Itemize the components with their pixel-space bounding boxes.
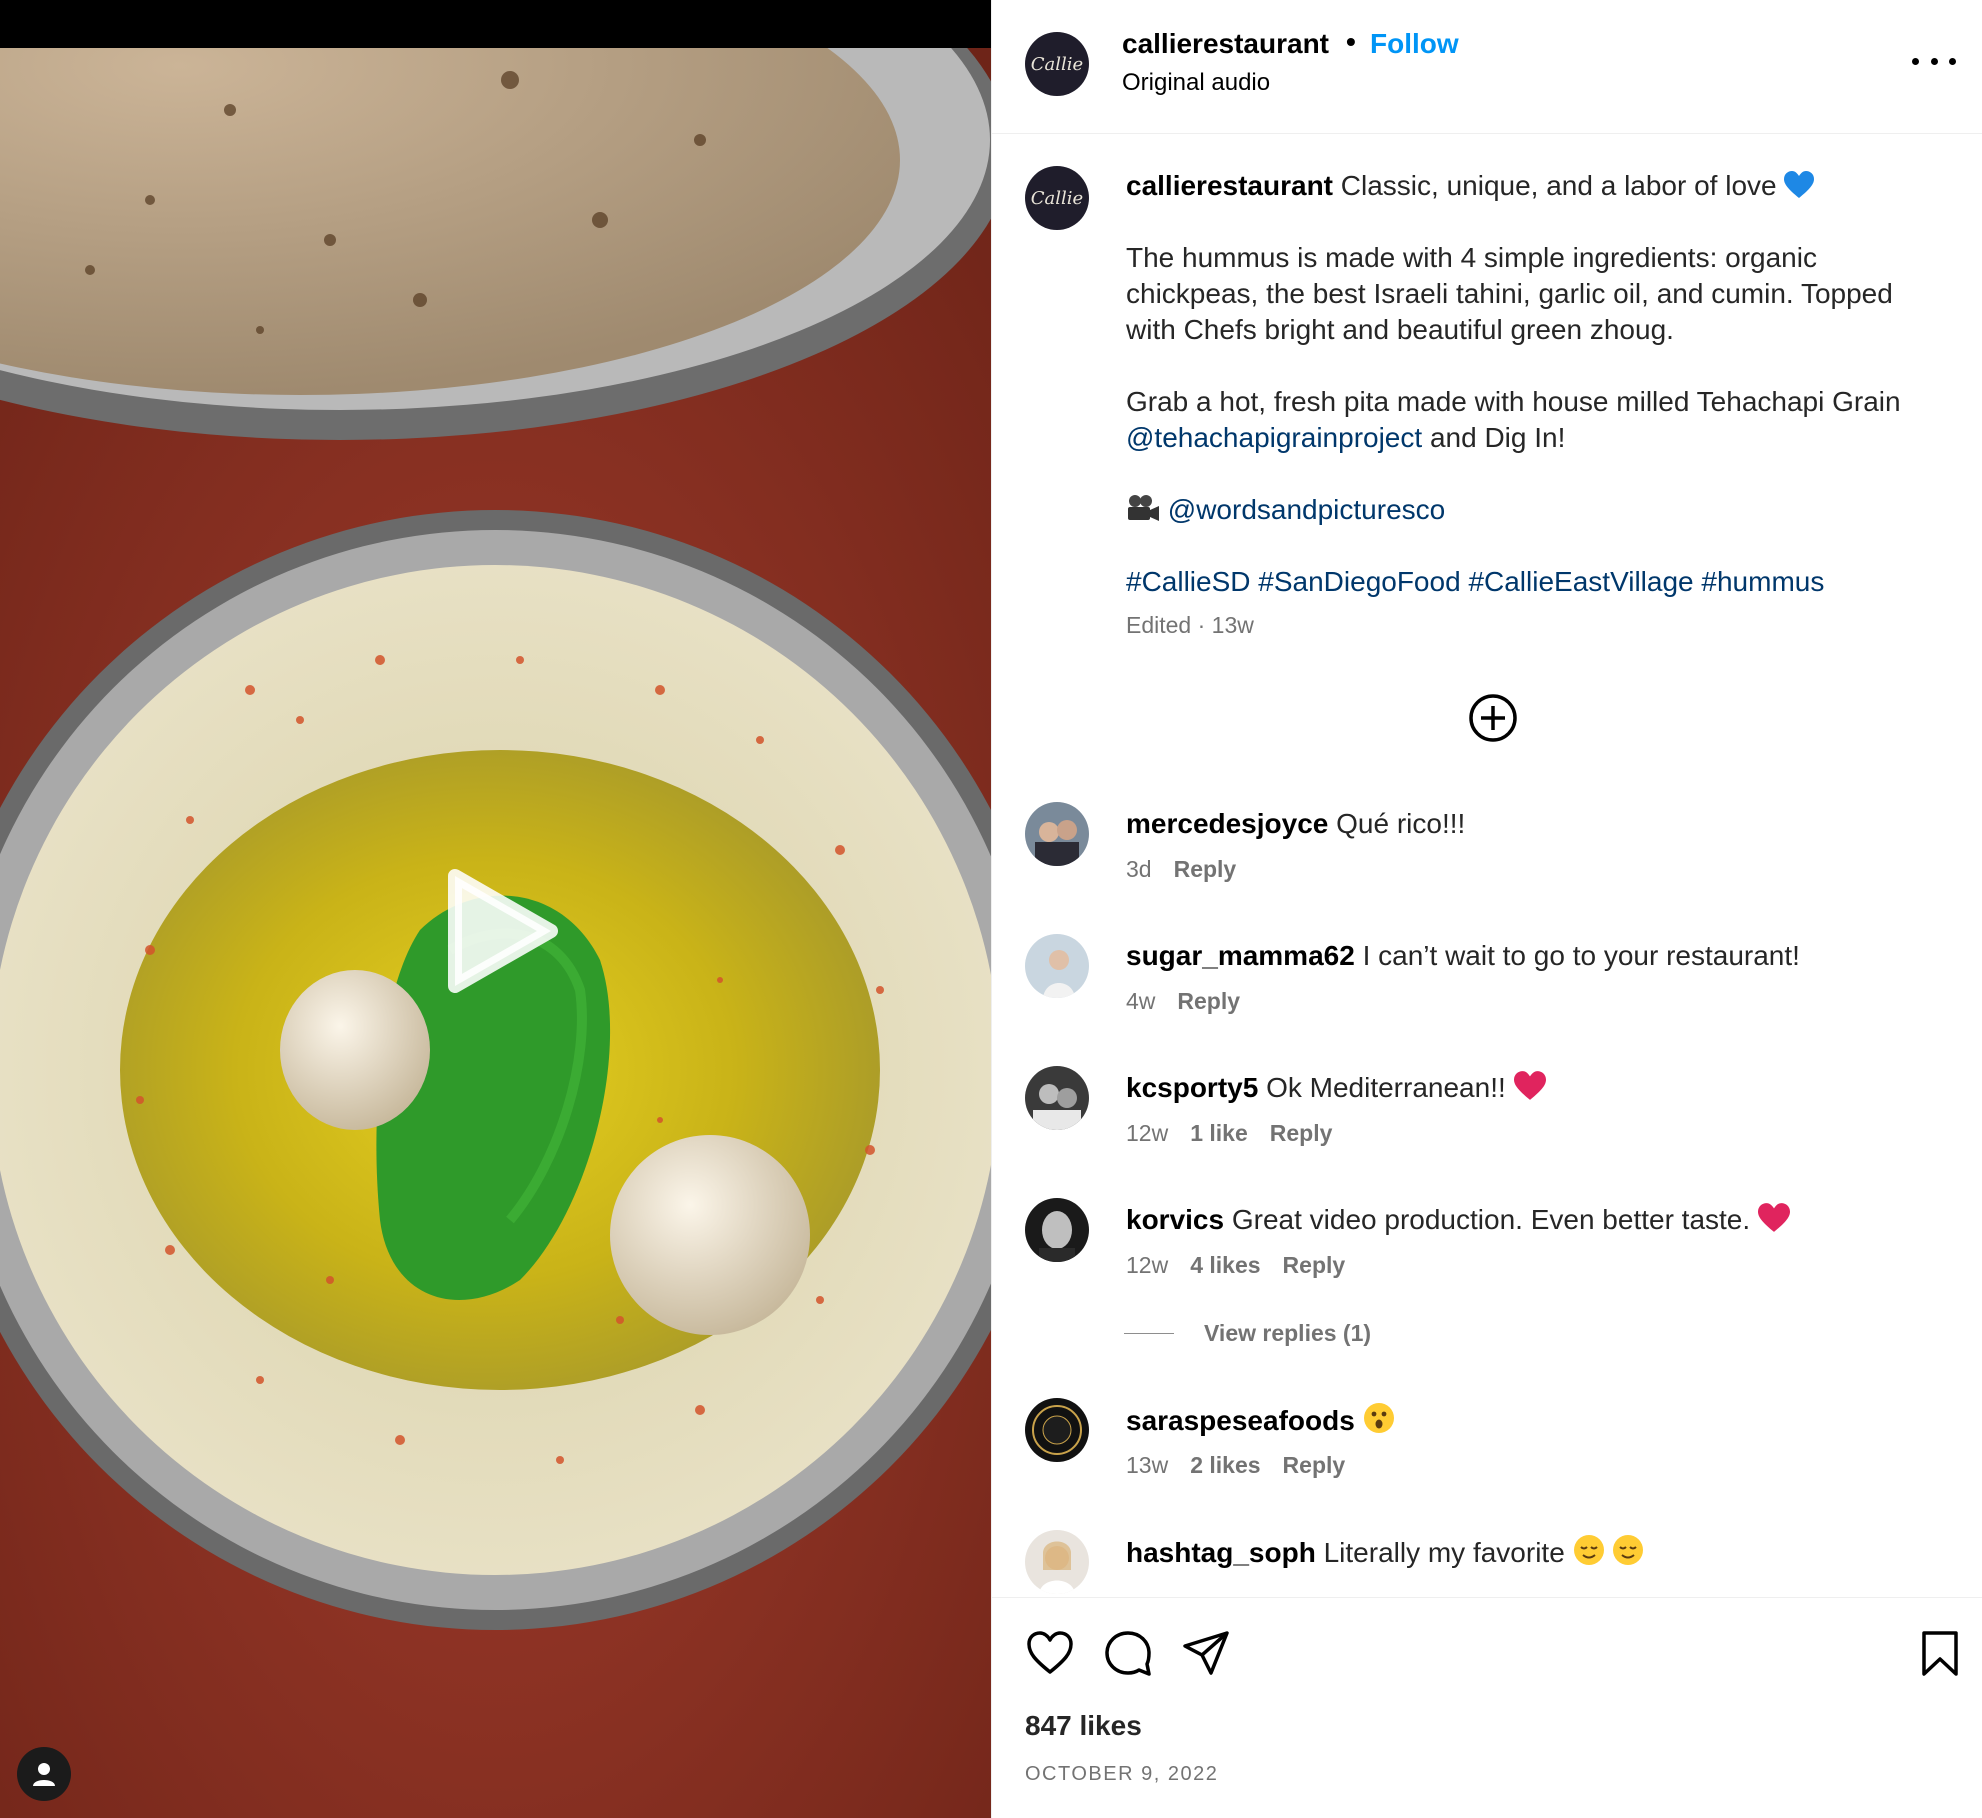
red-heart-icon <box>1757 1203 1790 1232</box>
avatar-logo-text: Callie <box>1030 53 1084 75</box>
comment-username[interactable]: sugar_mamma62 <box>1126 940 1355 971</box>
header-separator: • <box>1346 26 1356 57</box>
comment-time[interactable]: 3d <box>1126 856 1152 883</box>
heart-outline-icon[interactable] <box>1025 1628 1075 1678</box>
comment-text: I can’t wait to go to your restaurant! <box>1362 940 1800 971</box>
likes-count[interactable]: 847 likes <box>1025 1710 1142 1742</box>
comment-bubble-icon[interactable] <box>1103 1628 1153 1678</box>
actions-bar: 847 likes OCTOBER 9, 2022 <box>992 1597 1982 1818</box>
reply-button[interactable]: Reply <box>1270 1120 1333 1147</box>
media-top-bar <box>0 0 991 48</box>
reply-button[interactable]: Reply <box>1283 1252 1346 1279</box>
caption-meta: Edited · 13w <box>1126 612 1254 639</box>
user-tag-button[interactable] <box>17 1747 71 1801</box>
comment-time[interactable]: 13w <box>1126 1452 1168 1479</box>
caption-paragraph: The hummus is made with 4 simple ingredi… <box>1126 242 1893 345</box>
comment-item: korvics Great video production. Even bet… <box>992 1198 1982 1318</box>
comment-text: Qué rico!!! <box>1336 808 1466 839</box>
view-replies-button[interactable]: View replies (1) <box>1124 1320 1371 1347</box>
comment-item: sugar_mamma62 I can’t wait to go to your… <box>992 934 1982 1054</box>
surprised-face-icon <box>1363 1403 1394 1433</box>
caption-text: callierestaurant Classic, unique, and a … <box>1126 168 1946 600</box>
comment-item: saraspeseafoods 13w 2 likes Reply <box>992 1398 1982 1518</box>
play-icon[interactable] <box>433 866 563 996</box>
caption-username[interactable]: callierestaurant <box>1126 170 1333 201</box>
reply-button[interactable]: Reply <box>1177 988 1240 1015</box>
comment-username[interactable]: hashtag_soph <box>1126 1537 1316 1568</box>
comment-time[interactable]: 4w <box>1126 988 1155 1015</box>
caption-paragraph: Grab a hot, fresh pita made with house m… <box>1126 386 1901 417</box>
bookmark-icon[interactable] <box>1915 1628 1965 1678</box>
comment-likes[interactable]: 2 likes <box>1190 1452 1260 1479</box>
meta-separator: · <box>1197 612 1206 638</box>
mention-link[interactable]: @wordsandpicturesco <box>1168 494 1445 525</box>
original-audio-link[interactable]: Original audio <box>1122 69 1270 97</box>
comment-username[interactable]: kcsporty5 <box>1126 1072 1258 1103</box>
comment-likes[interactable]: 4 likes <box>1190 1252 1260 1279</box>
post-details-panel: Callie callierestaurant • Follow Origina… <box>991 0 1982 1818</box>
comment-username[interactable]: saraspeseafoods <box>1126 1405 1355 1436</box>
person-icon <box>33 1763 55 1786</box>
hashtag-link[interactable]: #SanDiegoFood <box>1258 566 1460 597</box>
comment-time[interactable]: 12w <box>1126 1120 1168 1147</box>
profile-avatar[interactable]: Callie <box>1025 32 1089 96</box>
more-dots-icon[interactable] <box>1912 44 1956 78</box>
commenter-avatar[interactable] <box>1025 1198 1089 1262</box>
comment-likes[interactable]: 1 like <box>1190 1120 1248 1147</box>
post-media[interactable] <box>0 0 991 1818</box>
caption-avatar[interactable]: Callie <box>1025 166 1089 230</box>
comment-item: hashtag_soph Literally my favorite <box>992 1530 1982 1597</box>
commenter-avatar[interactable] <box>1025 1066 1089 1130</box>
commenter-avatar[interactable] <box>1025 1530 1089 1594</box>
caption-text-tail: and Dig In! <box>1429 422 1566 453</box>
replies-divider <box>1124 1333 1174 1334</box>
comment-time[interactable]: 12w <box>1126 1252 1168 1279</box>
hashtag-link[interactable]: #CallieSD <box>1126 566 1251 597</box>
plus-circle-icon[interactable] <box>1468 693 1518 743</box>
caption-line1: Classic, unique, and a labor of love <box>1340 170 1777 201</box>
header-username[interactable]: callierestaurant <box>1122 28 1329 60</box>
reply-button[interactable]: Reply <box>1283 1452 1346 1479</box>
relieved-face-icon <box>1573 1535 1604 1565</box>
comment-username[interactable]: korvics <box>1126 1204 1224 1235</box>
view-replies-label: View replies (1) <box>1204 1320 1372 1346</box>
relieved-face-icon <box>1613 1535 1644 1565</box>
follow-button[interactable]: Follow <box>1370 28 1459 60</box>
mention-link[interactable]: @tehachapigrainproject <box>1126 422 1422 453</box>
commenter-avatar[interactable] <box>1025 802 1089 866</box>
comment-username[interactable]: mercedesjoyce <box>1126 808 1328 839</box>
reply-button[interactable]: Reply <box>1174 856 1237 883</box>
post-header: Callie callierestaurant • Follow Origina… <box>992 0 1982 134</box>
comment-text: Ok Mediterranean!! <box>1266 1072 1506 1103</box>
comment-item: kcsporty5 Ok Mediterranean!! 12w 1 like … <box>992 1066 1982 1186</box>
comment-item: mercedesjoyce Qué rico!!! 3d Reply <box>992 802 1982 922</box>
caption-time[interactable]: 13w <box>1212 612 1254 638</box>
hashtag-link[interactable]: #CallieEastVillage <box>1468 566 1693 597</box>
comment-text: Great video production. Even better tast… <box>1231 1204 1751 1235</box>
red-heart-icon <box>1513 1071 1546 1100</box>
commenter-avatar[interactable] <box>1025 1398 1089 1462</box>
edited-label: Edited <box>1126 612 1192 638</box>
paper-plane-icon[interactable] <box>1181 1628 1231 1678</box>
comment-text: Literally my favorite <box>1323 1537 1565 1568</box>
post-date[interactable]: OCTOBER 9, 2022 <box>1025 1763 1218 1786</box>
hashtag-link[interactable]: #hummus <box>1701 566 1824 597</box>
avatar-logo-text: Callie <box>1030 187 1084 209</box>
blue-heart-icon <box>1784 171 1815 198</box>
commenter-avatar[interactable] <box>1025 934 1089 998</box>
movie-camera-icon <box>1128 495 1159 521</box>
